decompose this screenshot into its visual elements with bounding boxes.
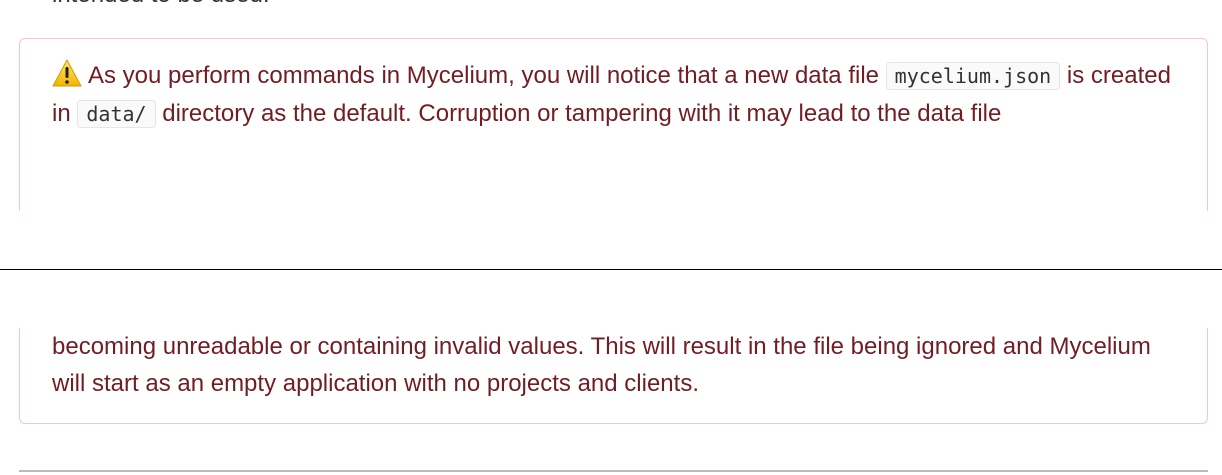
alert-text: As you perform commands in Mycelium, you… bbox=[88, 62, 886, 89]
previous-paragraph: intended to be used. bbox=[52, 0, 270, 10]
code-filename: mycelium.json bbox=[885, 62, 1061, 90]
warning-icon bbox=[52, 58, 82, 88]
warning-alert-top: As you perform commands in Mycelium, you… bbox=[19, 38, 1208, 211]
alert-text: directory as the default. Corruption or … bbox=[155, 100, 1002, 127]
code-directory: data/ bbox=[77, 100, 156, 128]
horizontal-rule bbox=[19, 470, 1208, 472]
page-break-divider bbox=[0, 269, 1222, 270]
alert-text-continued: becoming unreadable or containing invali… bbox=[52, 333, 1151, 397]
warning-alert-bottom: becoming unreadable or containing invali… bbox=[19, 328, 1208, 424]
